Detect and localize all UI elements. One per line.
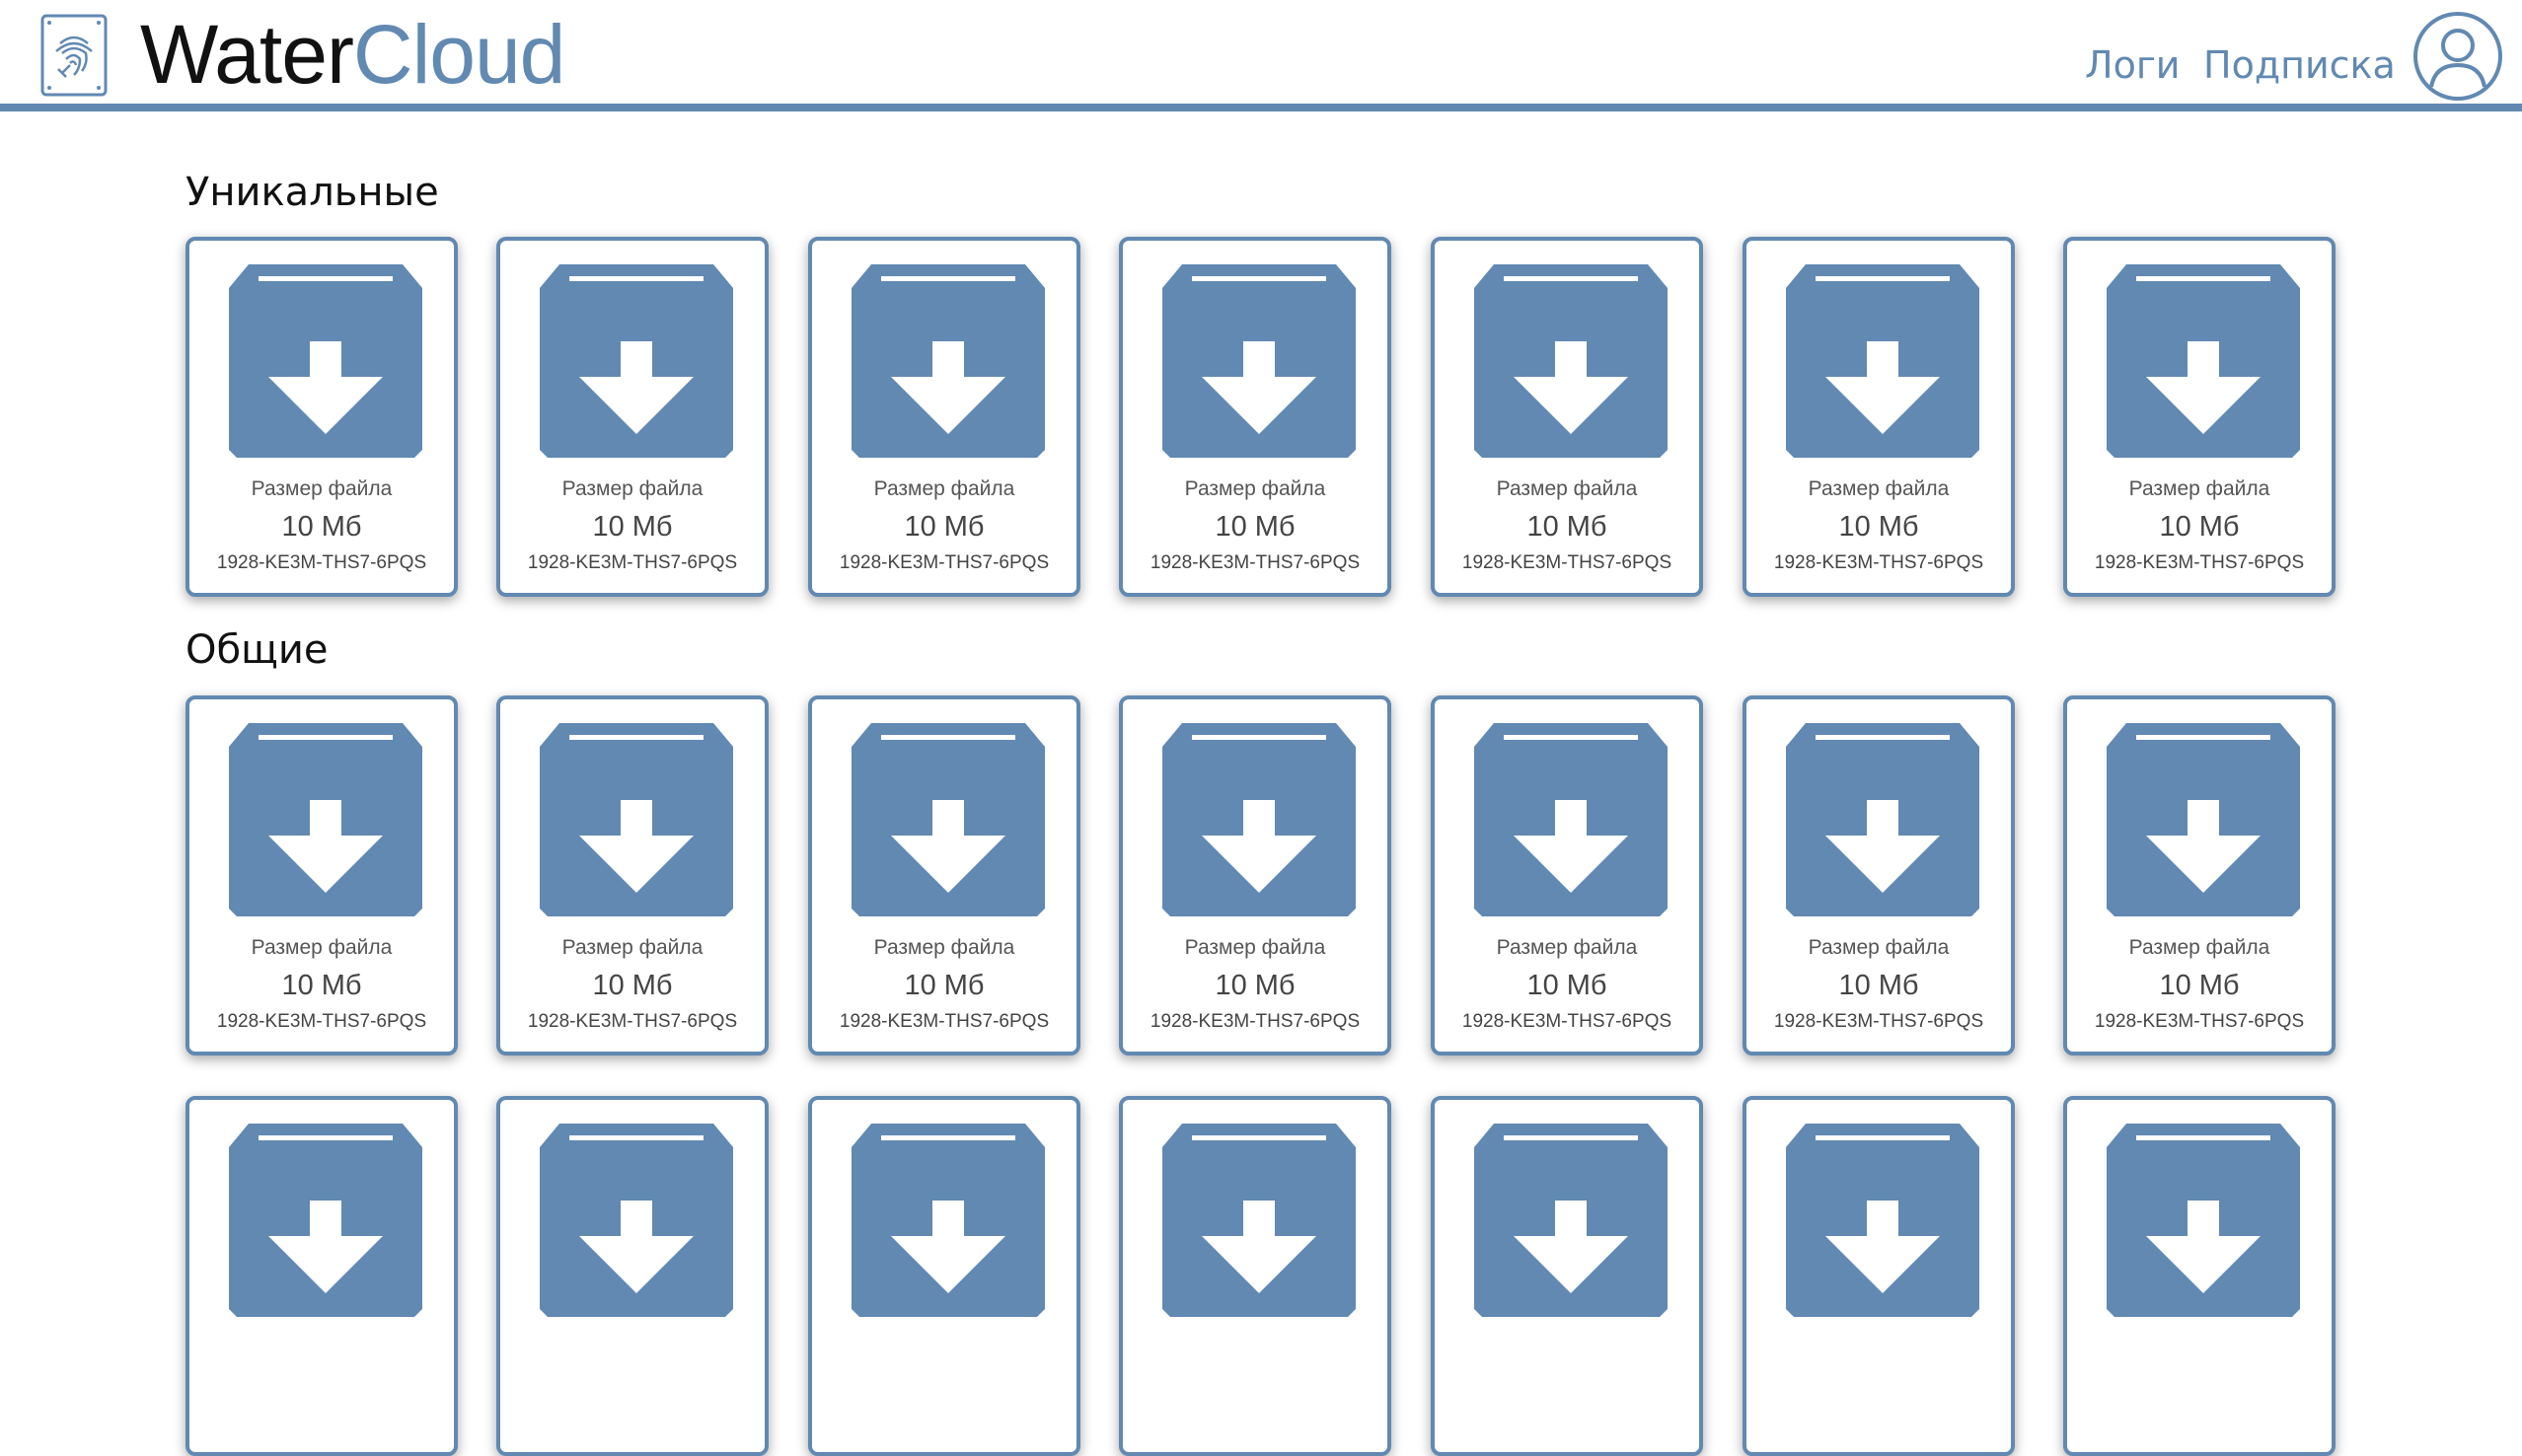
file-size-value: 10 Мб: [2159, 511, 2240, 543]
archive-download-icon: [2107, 264, 2300, 458]
archive-download-icon: [852, 723, 1045, 916]
file-size-label: Размер файла: [873, 477, 1015, 500]
file-card[interactable]: Размер файла 10 Мб 1928-KE3M-THS7-6PQS: [496, 237, 769, 597]
file-card[interactable]: [1743, 1096, 2015, 1456]
archive-download-icon: [540, 264, 733, 458]
file-card[interactable]: [1431, 1096, 1703, 1456]
file-size-value: 10 Мб: [904, 970, 985, 1001]
section-title-unique: Уникальные: [185, 170, 439, 215]
file-card[interactable]: Размер файла 10 Мб 1928-KE3M-THS7-6PQS: [1119, 237, 1391, 597]
file-code: 1928-KE3M-THS7-6PQS: [839, 1011, 1050, 1032]
file-code: 1928-KE3M-THS7-6PQS: [2094, 552, 2305, 573]
file-size-value: 10 Мб: [904, 511, 985, 543]
file-card[interactable]: [2063, 1096, 2336, 1456]
archive-download-icon: [2107, 723, 2300, 916]
archive-download-icon: [1474, 1124, 1668, 1317]
file-card[interactable]: Размер файла 10 Мб 1928-KE3M-THS7-6PQS: [2063, 237, 2336, 597]
archive-download-icon: [229, 1124, 422, 1317]
file-card[interactable]: Размер файла 10 Мб 1928-KE3M-THS7-6PQS: [1431, 695, 1703, 1056]
file-size-value: 10 Мб: [592, 511, 673, 543]
file-card[interactable]: Размер файла 10 Мб 1928-KE3M-THS7-6PQS: [808, 695, 1080, 1056]
archive-download-icon: [1474, 264, 1668, 458]
file-code: 1928-KE3M-THS7-6PQS: [216, 1011, 427, 1032]
file-size-label: Размер файла: [1184, 477, 1326, 500]
file-code: 1928-KE3M-THS7-6PQS: [527, 552, 738, 573]
brand-logo[interactable]: WaterCloud: [140, 8, 565, 101]
file-size-label: Размер файла: [1496, 477, 1638, 500]
nav-subscription-link[interactable]: Подписка: [2203, 36, 2396, 95]
archive-download-icon: [852, 1124, 1045, 1317]
file-code: 1928-KE3M-THS7-6PQS: [1773, 552, 1984, 573]
file-code: 1928-KE3M-THS7-6PQS: [1773, 1011, 1984, 1032]
archive-download-icon: [852, 264, 1045, 458]
file-card[interactable]: Размер файла 10 Мб 1928-KE3M-THS7-6PQS: [808, 237, 1080, 597]
fingerprint-drive-icon[interactable]: [40, 14, 108, 97]
section-title-shared: Общие: [185, 627, 329, 673]
file-size-label: Размер файла: [251, 477, 393, 500]
archive-download-icon: [1474, 723, 1668, 916]
archive-download-icon: [1786, 264, 1979, 458]
file-card[interactable]: Размер файла 10 Мб 1928-KE3M-THS7-6PQS: [185, 237, 458, 597]
file-card[interactable]: [808, 1096, 1080, 1456]
file-size-label: Размер файла: [561, 936, 704, 959]
file-card[interactable]: Размер файла 10 Мб 1928-KE3M-THS7-6PQS: [496, 695, 769, 1056]
file-code: 1928-KE3M-THS7-6PQS: [1461, 1011, 1672, 1032]
archive-download-icon: [229, 264, 422, 458]
file-size-value: 10 Мб: [592, 970, 673, 1001]
file-size-value: 10 Мб: [1215, 970, 1296, 1001]
archive-download-icon: [1786, 723, 1979, 916]
archive-download-icon: [1162, 1124, 1356, 1317]
file-size-value: 10 Мб: [1526, 970, 1607, 1001]
file-size-label: Размер файла: [251, 936, 393, 959]
file-size-label: Размер файла: [873, 936, 1015, 959]
file-size-label: Размер файла: [2128, 477, 2270, 500]
archive-download-icon: [1162, 723, 1356, 916]
file-card[interactable]: Размер файла 10 Мб 1928-KE3M-THS7-6PQS: [1119, 695, 1391, 1056]
file-code: 1928-KE3M-THS7-6PQS: [216, 552, 427, 573]
file-card[interactable]: Размер файла 10 Мб 1928-KE3M-THS7-6PQS: [1743, 237, 2015, 597]
file-size-value: 10 Мб: [281, 511, 362, 543]
file-card[interactable]: Размер файла 10 Мб 1928-KE3M-THS7-6PQS: [2063, 695, 2336, 1056]
archive-download-icon: [1786, 1124, 1979, 1317]
file-size-value: 10 Мб: [1526, 511, 1607, 543]
file-card[interactable]: Размер файла 10 Мб 1928-KE3M-THS7-6PQS: [185, 695, 458, 1056]
file-code: 1928-KE3M-THS7-6PQS: [1150, 1011, 1361, 1032]
file-size-label: Размер файла: [1496, 936, 1638, 959]
app-header: WaterCloud Логи Подписка: [0, 0, 2522, 111]
file-code: 1928-KE3M-THS7-6PQS: [527, 1011, 738, 1032]
archive-download-icon: [540, 723, 733, 916]
file-size-value: 10 Мб: [281, 970, 362, 1001]
file-size-label: Размер файла: [561, 477, 704, 500]
brand-water: Water: [140, 8, 354, 101]
archive-download-icon: [1162, 264, 1356, 458]
file-size-label: Размер файла: [1808, 936, 1950, 959]
archive-download-icon: [2107, 1124, 2300, 1317]
file-card[interactable]: [1119, 1096, 1391, 1456]
file-code: 1928-KE3M-THS7-6PQS: [1150, 552, 1361, 573]
file-card[interactable]: [496, 1096, 769, 1456]
archive-download-icon: [540, 1124, 733, 1317]
file-code: 1928-KE3M-THS7-6PQS: [839, 552, 1050, 573]
file-size-label: Размер файла: [1808, 477, 1950, 500]
file-card[interactable]: Размер файла 10 Мб 1928-KE3M-THS7-6PQS: [1431, 237, 1703, 597]
file-size-label: Размер файла: [2128, 936, 2270, 959]
file-card[interactable]: [185, 1096, 458, 1456]
file-code: 1928-KE3M-THS7-6PQS: [1461, 552, 1672, 573]
file-size-value: 10 Мб: [1215, 511, 1296, 543]
user-icon[interactable]: [2411, 10, 2504, 103]
archive-download-icon: [229, 723, 422, 916]
file-card[interactable]: Размер файла 10 Мб 1928-KE3M-THS7-6PQS: [1743, 695, 2015, 1056]
file-code: 1928-KE3M-THS7-6PQS: [2094, 1011, 2305, 1032]
nav-logs-link[interactable]: Логи: [2085, 36, 2180, 95]
brand-cloud: Cloud: [352, 8, 565, 101]
file-size-value: 10 Мб: [1838, 970, 1919, 1001]
file-size-value: 10 Мб: [2159, 970, 2240, 1001]
file-size-value: 10 Мб: [1838, 511, 1919, 543]
file-size-label: Размер файла: [1184, 936, 1326, 959]
